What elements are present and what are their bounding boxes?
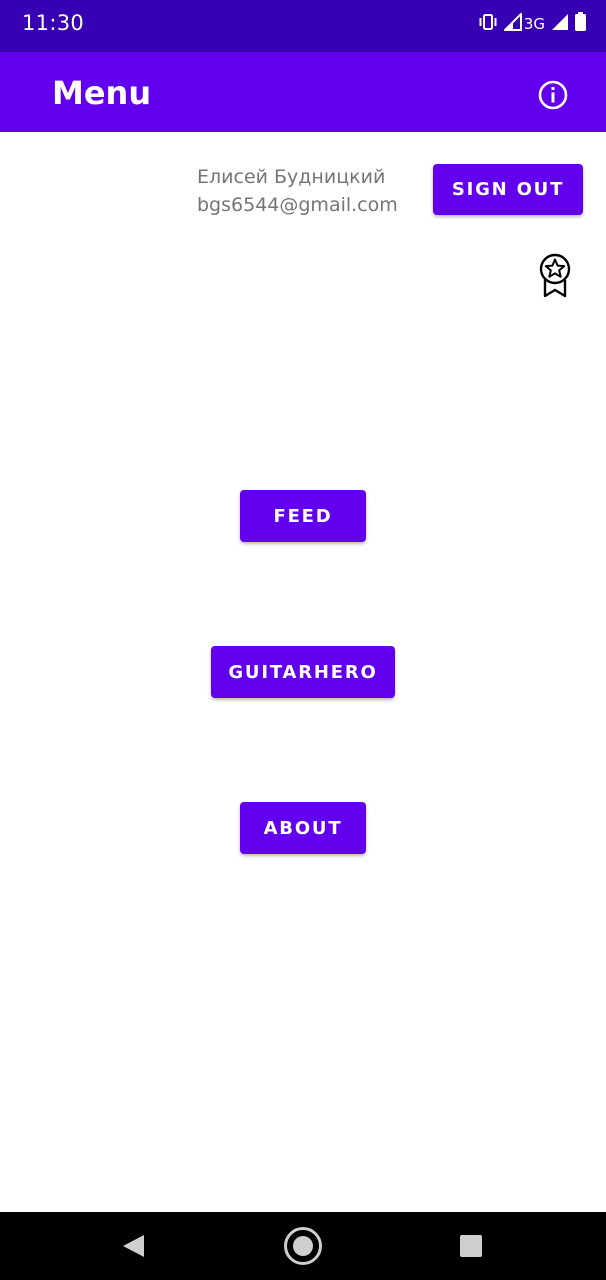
app-bar: Menu bbox=[0, 52, 606, 132]
page-title: Menu bbox=[52, 74, 152, 112]
status-bar: 11:30 3G bbox=[0, 0, 606, 52]
navigation-bar bbox=[0, 1212, 606, 1280]
about-button[interactable]: ABOUT bbox=[240, 802, 366, 854]
user-email: bgs6544@gmail.com bbox=[197, 194, 398, 216]
feed-button[interactable]: FEED bbox=[240, 490, 366, 542]
network-type-label: 3G bbox=[523, 15, 545, 33]
menu-screen: 11:30 3G Menu Елисей Будницкий bgs6544@g… bbox=[0, 0, 606, 1280]
info-icon[interactable] bbox=[536, 78, 570, 112]
status-icons: 3G bbox=[472, 11, 586, 36]
user-name: Елисей Будницкий bbox=[197, 166, 386, 188]
award-icon[interactable] bbox=[536, 252, 574, 300]
back-icon[interactable] bbox=[120, 1232, 146, 1265]
signal-icon bbox=[502, 11, 522, 36]
status-time: 11:30 bbox=[22, 11, 85, 35]
home-icon[interactable] bbox=[282, 1225, 324, 1272]
signal-icon bbox=[551, 13, 569, 36]
recents-icon[interactable] bbox=[460, 1235, 482, 1262]
sign-out-button[interactable]: SIGN OUT bbox=[433, 164, 583, 215]
vibrate-icon bbox=[478, 13, 498, 36]
battery-icon bbox=[575, 12, 586, 36]
guitarhero-button[interactable]: GUITARHERO bbox=[211, 646, 395, 698]
